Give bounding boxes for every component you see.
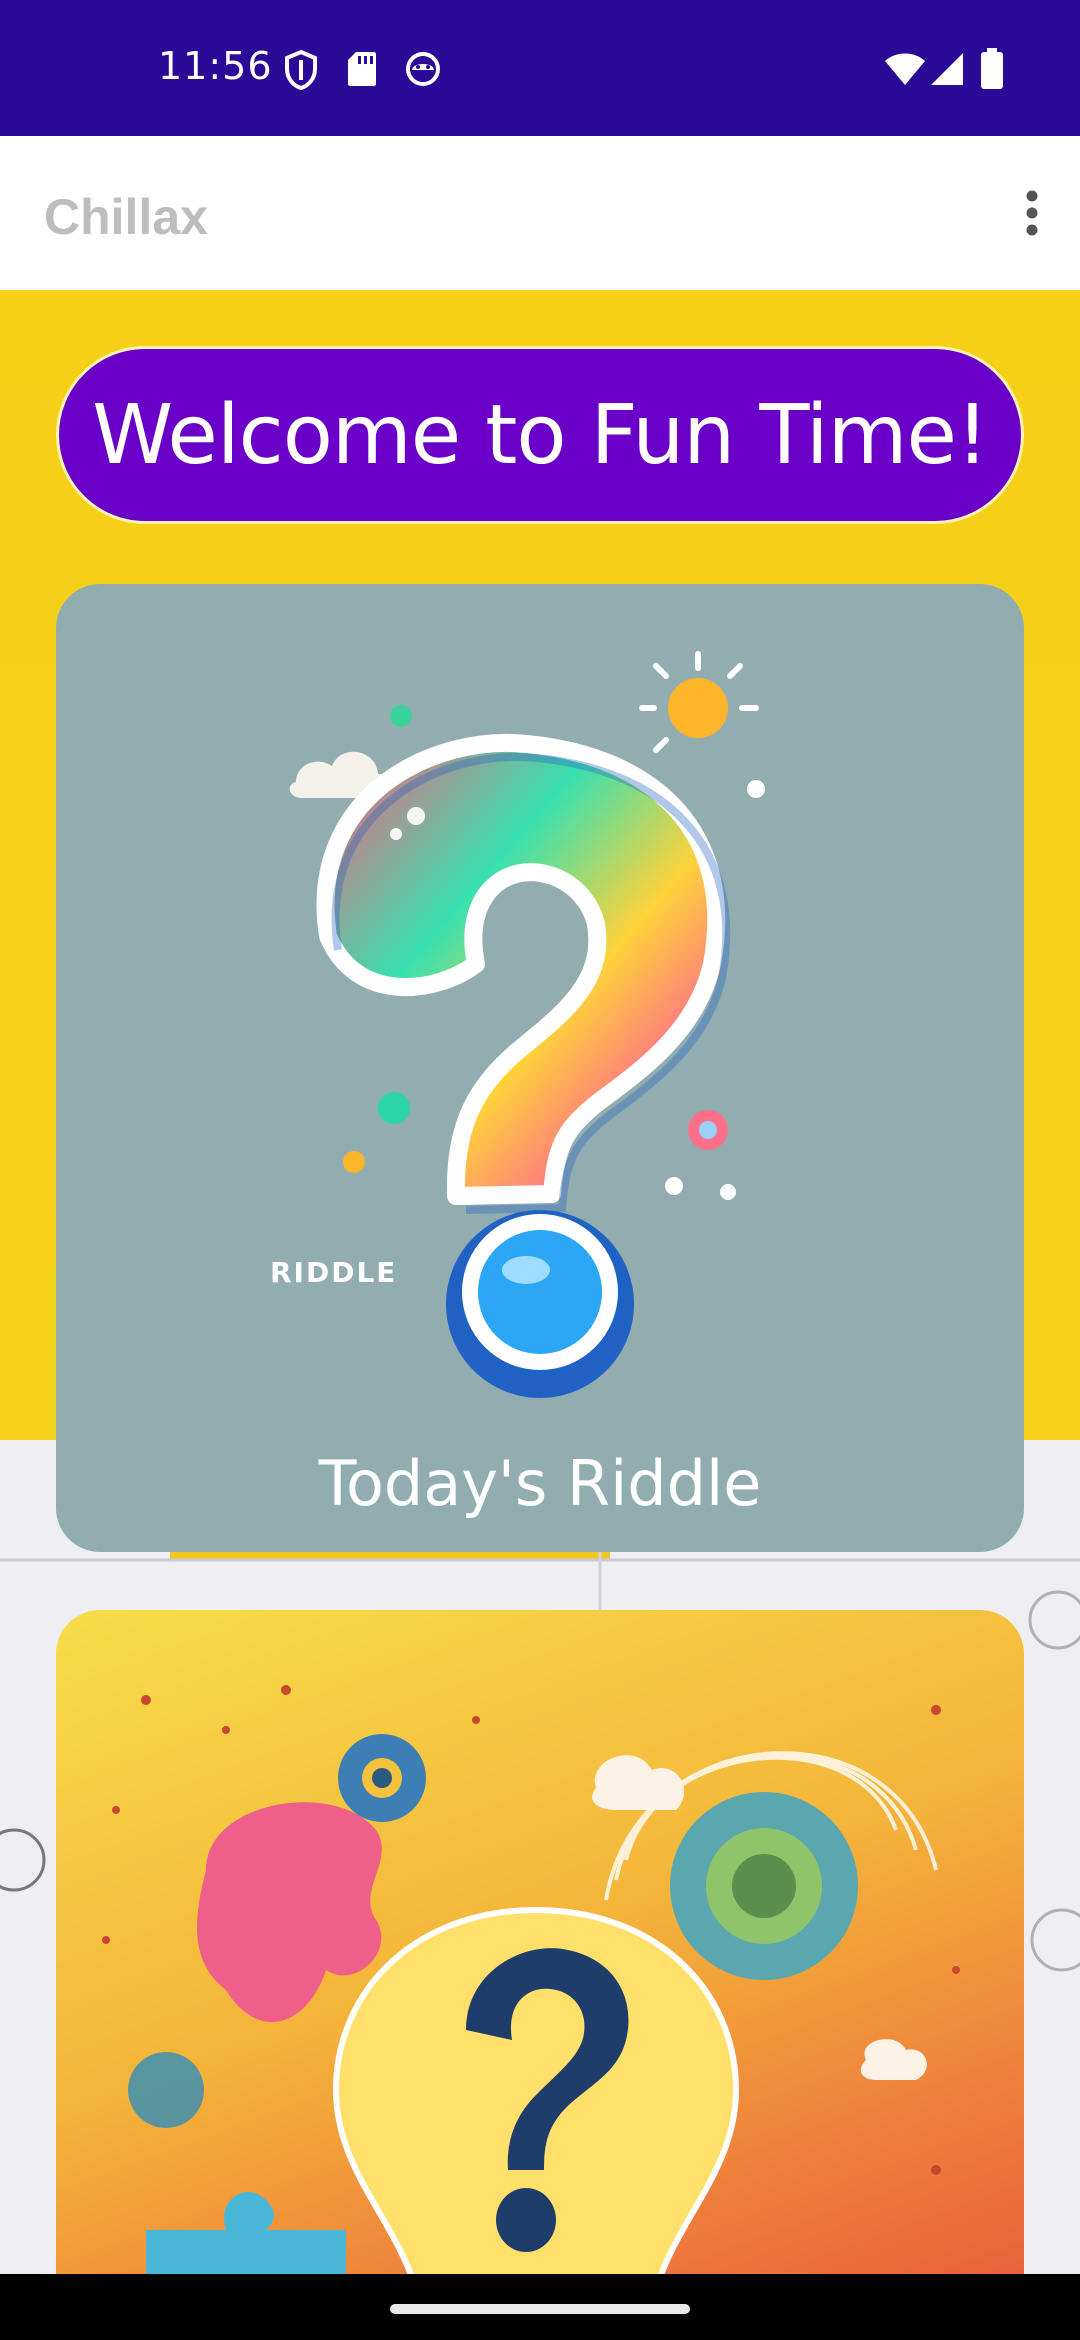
- status-time: 11:56: [158, 44, 273, 88]
- overflow-menu-button[interactable]: [984, 170, 1080, 256]
- home-gesture-handle[interactable]: [390, 2304, 690, 2314]
- wifi-icon: [884, 52, 926, 91]
- svg-text:RIDDLE: RIDDLE: [270, 1256, 397, 1289]
- cell-signal-icon: [930, 52, 964, 91]
- todays-riddle-card[interactable]: RIDDLE Today's Riddle: [56, 584, 1024, 1552]
- lightbulb-puzzle-illustration: [102, 1685, 960, 2274]
- app-title: Chillax: [44, 189, 208, 245]
- welcome-text: Welcome to Fun Time!: [92, 387, 989, 483]
- card-caption: Today's Riddle: [318, 1447, 762, 1520]
- question-mark-illustration: RIDDLE: [270, 651, 765, 1398]
- status-bar: 11:56: [0, 0, 1080, 136]
- battery-icon: [980, 48, 1004, 95]
- puzzle-card[interactable]: [56, 1610, 1024, 2274]
- app-bar: Chillax: [0, 136, 1080, 290]
- sd-card-icon: [346, 50, 378, 93]
- main-content: Welcome to Fun Time! RIDDLE Today's Ridd…: [0, 290, 1080, 2274]
- navigation-bar: [0, 2274, 1080, 2340]
- welcome-banner: Welcome to Fun Time!: [56, 346, 1024, 524]
- more-vert-icon: [1026, 190, 1038, 236]
- android-debug-icon: [404, 50, 442, 93]
- shield-icon: [284, 49, 318, 95]
